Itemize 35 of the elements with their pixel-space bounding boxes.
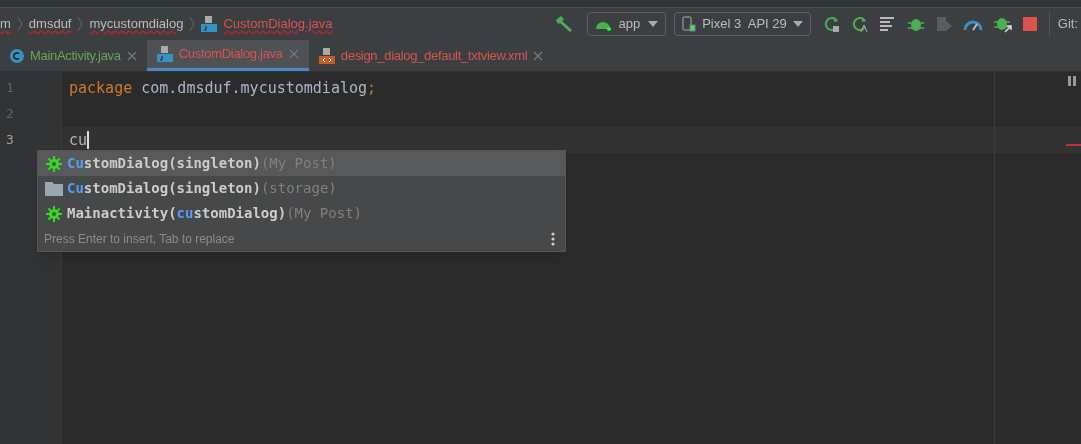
chevron-icon bbox=[189, 16, 196, 32]
chevron-icon bbox=[16, 16, 23, 32]
chevron-icon bbox=[77, 16, 84, 32]
caret-icon bbox=[792, 21, 803, 27]
xml-file-icon bbox=[318, 47, 335, 64]
close-icon[interactable] bbox=[533, 50, 544, 61]
folder-icon bbox=[45, 181, 63, 196]
completion-hint: Press Enter to insert, Tab to replace bbox=[44, 230, 235, 248]
editor-tab[interactable]: MainActivity.java bbox=[0, 40, 147, 71]
device-dropdown[interactable]: Pixel 3 API 29 bbox=[674, 12, 811, 36]
breadcrumb-item[interactable]: m bbox=[0, 14, 11, 34]
line-number: 3 bbox=[6, 131, 14, 150]
phone-icon bbox=[682, 16, 697, 32]
breadcrumb-item[interactable]: dmsduf bbox=[28, 14, 72, 34]
code-line: package com.dmsduf.mycustomdialog; bbox=[69, 77, 377, 99]
hammer-icon[interactable] bbox=[554, 15, 573, 33]
run-config-dropdown[interactable]: app bbox=[586, 12, 667, 36]
stop-icon[interactable] bbox=[1022, 17, 1037, 31]
java-file-icon bbox=[156, 46, 173, 62]
class-icon bbox=[10, 48, 24, 63]
more-icon[interactable] bbox=[551, 231, 555, 246]
breadcrumb-item[interactable]: mycustomdialog bbox=[89, 14, 184, 34]
bug-arrow-icon[interactable] bbox=[992, 15, 1013, 33]
java-file-icon bbox=[201, 16, 218, 32]
apply-changes-icon[interactable] bbox=[850, 15, 869, 33]
caret-icon bbox=[648, 21, 659, 27]
completion-item[interactable]: CustomDialog(singleton)(storage) bbox=[38, 176, 565, 201]
inspection-icon bbox=[1068, 76, 1076, 86]
rerun-icon[interactable] bbox=[822, 15, 841, 33]
git-label: Git: bbox=[1057, 15, 1078, 34]
code-line: cu bbox=[69, 129, 88, 151]
close-icon[interactable] bbox=[126, 50, 137, 61]
completion-item[interactable]: Mainactivity(customDialog)(My Post) bbox=[38, 201, 565, 226]
lines-icon[interactable] bbox=[878, 15, 897, 33]
error-marker bbox=[1066, 144, 1081, 146]
